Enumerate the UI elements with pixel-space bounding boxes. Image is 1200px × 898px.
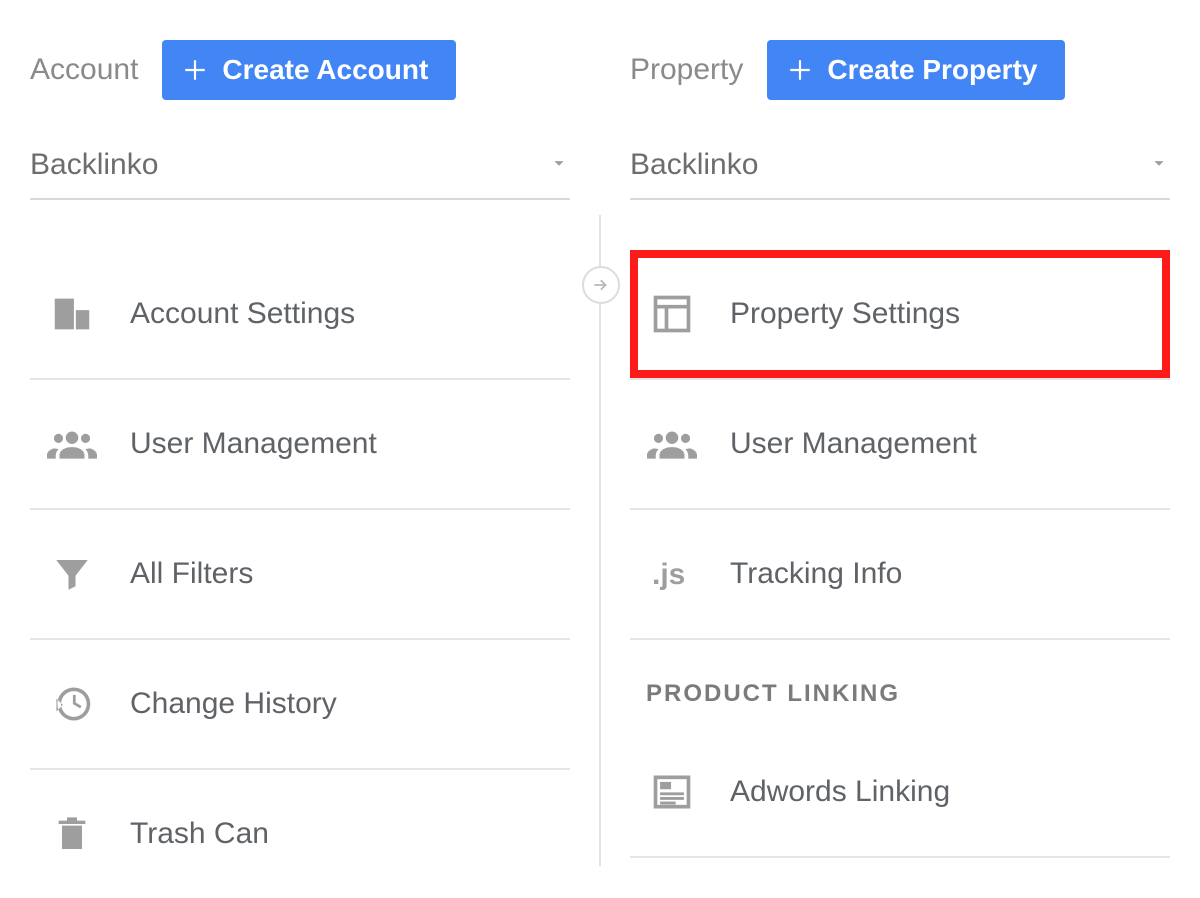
menu-item-label: User Management	[130, 427, 377, 461]
menu-item-label: All Filters	[130, 557, 253, 591]
js-icon: .js	[646, 548, 698, 600]
chevron-down-icon	[1148, 148, 1170, 182]
account-menu: Account Settings User Management All Fil…	[30, 250, 570, 898]
menu-item-label: Trash Can	[130, 817, 269, 851]
user-management-item[interactable]: User Management	[30, 380, 570, 508]
menu-item-label: Account Settings	[130, 297, 355, 331]
trash-icon	[46, 808, 98, 860]
create-account-button[interactable]: Create Account	[162, 40, 456, 100]
divider	[630, 856, 1170, 858]
arrow-right-icon	[591, 275, 611, 295]
users-icon	[46, 418, 98, 470]
move-right-button[interactable]	[582, 266, 620, 304]
trash-can-item[interactable]: Trash Can	[30, 770, 570, 898]
menu-item-label: Change History	[130, 687, 337, 721]
menu-item-label: Tracking Info	[730, 557, 902, 591]
property-settings-item[interactable]: Property Settings	[630, 250, 1170, 378]
document-lines-icon	[646, 766, 698, 818]
property-label: Property	[630, 53, 743, 87]
chevron-down-icon	[548, 148, 570, 182]
account-selected-value: Backlinko	[30, 148, 158, 182]
property-user-management-item[interactable]: User Management	[630, 380, 1170, 508]
property-header-row: Property Create Property	[630, 40, 1170, 100]
property-menu: Property Settings User Management .js Tr…	[630, 250, 1170, 858]
adwords-linking-item[interactable]: Adwords Linking	[630, 728, 1170, 856]
property-column: Property Create Property Backlinko Prope…	[600, 0, 1200, 866]
plus-icon	[787, 57, 813, 83]
create-account-label: Create Account	[222, 54, 428, 86]
property-selected-value: Backlinko	[630, 148, 758, 182]
create-property-label: Create Property	[827, 54, 1037, 86]
plus-icon	[182, 57, 208, 83]
property-selector[interactable]: Backlinko	[630, 148, 1170, 200]
tracking-info-item[interactable]: .js Tracking Info	[630, 510, 1170, 638]
menu-item-label: User Management	[730, 427, 977, 461]
menu-item-label: Property Settings	[730, 297, 960, 331]
account-header-row: Account Create Account	[30, 40, 570, 100]
layout-icon	[646, 288, 698, 340]
account-column: Account Create Account Backlinko Account…	[0, 0, 600, 866]
users-icon	[646, 418, 698, 470]
change-history-item[interactable]: Change History	[30, 640, 570, 768]
account-selector[interactable]: Backlinko	[30, 148, 570, 200]
history-icon	[46, 678, 98, 730]
create-property-button[interactable]: Create Property	[767, 40, 1065, 100]
account-settings-item[interactable]: Account Settings	[30, 250, 570, 378]
svg-text:.js: .js	[652, 558, 685, 591]
funnel-icon	[46, 548, 98, 600]
product-linking-header: PRODUCT LINKING	[630, 640, 1170, 728]
column-divider	[599, 215, 601, 866]
account-label: Account	[30, 53, 138, 87]
all-filters-item[interactable]: All Filters	[30, 510, 570, 638]
buildings-icon	[46, 288, 98, 340]
menu-item-label: Adwords Linking	[730, 775, 950, 809]
